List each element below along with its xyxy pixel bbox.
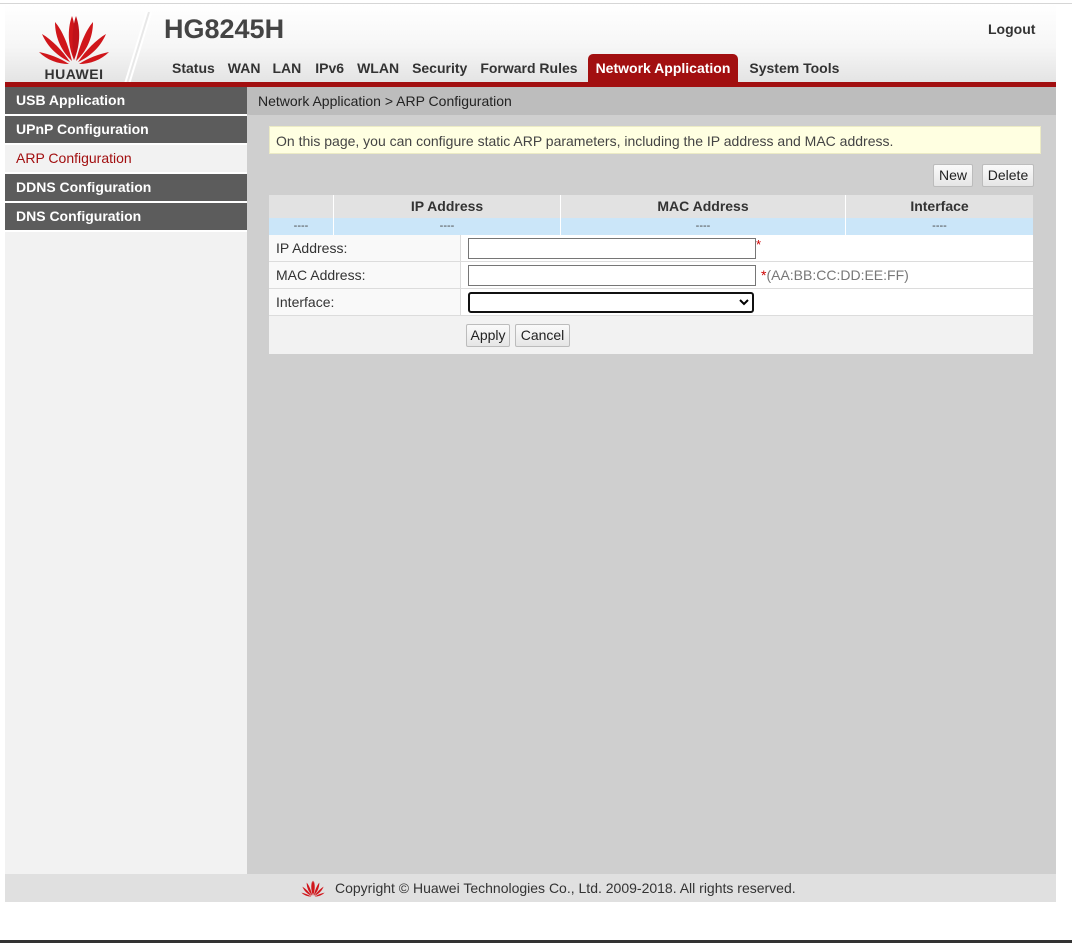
copyright-text: Copyright © Huawei Technologies Co., Ltd…	[335, 880, 796, 896]
nav-lan[interactable]: LAN	[266, 54, 308, 82]
nav-wan[interactable]: WAN	[222, 54, 267, 82]
new-button[interactable]: New	[933, 164, 973, 187]
breadcrumb: Network Application > ARP Configuration	[247, 87, 1056, 115]
sidebar: USB Application UPnP Configuration ARP C…	[5, 87, 247, 874]
brand-name: HUAWEI	[44, 66, 104, 82]
nav-ipv6[interactable]: IPv6	[308, 54, 351, 82]
ip-address-row: IP Address: *	[269, 235, 1033, 262]
huawei-petals-icon	[39, 16, 109, 64]
sidebar-item-ddns-configuration[interactable]: DDNS Configuration	[5, 174, 247, 203]
column-header-interface: Interface	[910, 198, 969, 214]
nav-wlan[interactable]: WLAN	[351, 54, 406, 82]
nav-security[interactable]: Security	[406, 54, 474, 82]
interface-row: Interface:	[269, 289, 1033, 316]
mac-address-input[interactable]	[468, 265, 756, 286]
required-marker: *	[756, 237, 762, 252]
arp-table-header: IP Address MAC Address Interface	[269, 195, 1033, 218]
nav-network-application[interactable]: Network Application	[587, 54, 739, 82]
top-nav: Status WAN LAN IPv6 WLAN Security Forwar…	[165, 54, 846, 82]
main-content: Network Application > ARP Configuration …	[247, 87, 1056, 874]
ip-address-label: IP Address:	[269, 235, 461, 261]
interface-label: Interface:	[269, 289, 461, 315]
device-model: HG8245H	[164, 14, 285, 44]
column-header-mac-address: MAC Address	[561, 195, 846, 218]
column-header-select	[269, 195, 334, 218]
nav-forward-rules[interactable]: Forward Rules	[474, 54, 583, 82]
table-cell: ----	[269, 218, 334, 235]
huawei-footer-logo-icon	[301, 880, 325, 897]
interface-select[interactable]	[468, 292, 754, 313]
sidebar-item-usb-application[interactable]: USB Application	[5, 87, 247, 116]
sidebar-item-dns-configuration[interactable]: DNS Configuration	[5, 203, 247, 232]
header: HUAWEI HG8245H Logout Status WAN LAN IPv…	[5, 4, 1056, 84]
ip-address-input[interactable]	[468, 238, 756, 259]
footer: Copyright © Huawei Technologies Co., Ltd…	[5, 874, 1056, 902]
column-header-ip-address: IP Address	[334, 195, 561, 218]
logout-link[interactable]: Logout	[988, 21, 1035, 37]
mac-address-row: MAC Address: *(AA:BB:CC:DD:EE:FF)	[269, 262, 1033, 289]
header-divider	[124, 12, 152, 84]
sidebar-item-upnp-configuration[interactable]: UPnP Configuration	[5, 116, 247, 145]
delete-button[interactable]: Delete	[982, 164, 1034, 187]
nav-status[interactable]: Status	[165, 54, 222, 82]
mac-format-text: (AA:BB:CC:DD:EE:FF)	[766, 267, 909, 283]
table-cell: ----	[932, 220, 947, 232]
table-row[interactable]: ---- ---- ---- ----	[269, 218, 1033, 235]
table-cell: ----	[334, 218, 561, 235]
mac-format-hint: *(AA:BB:CC:DD:EE:FF)	[761, 262, 909, 288]
nav-system-tools[interactable]: System Tools	[742, 54, 846, 82]
cancel-button[interactable]: Cancel	[515, 324, 570, 347]
page-notice: On this page, you can configure static A…	[269, 126, 1041, 154]
huawei-logo: HUAWEI	[35, 10, 113, 82]
sidebar-item-arp-configuration[interactable]: ARP Configuration	[5, 145, 247, 174]
mac-address-label: MAC Address:	[269, 262, 461, 288]
apply-button[interactable]: Apply	[466, 324, 510, 347]
table-cell: ----	[561, 218, 846, 235]
arp-config-form: IP Address: * MAC Address: *(AA:BB:CC:DD…	[269, 235, 1033, 354]
